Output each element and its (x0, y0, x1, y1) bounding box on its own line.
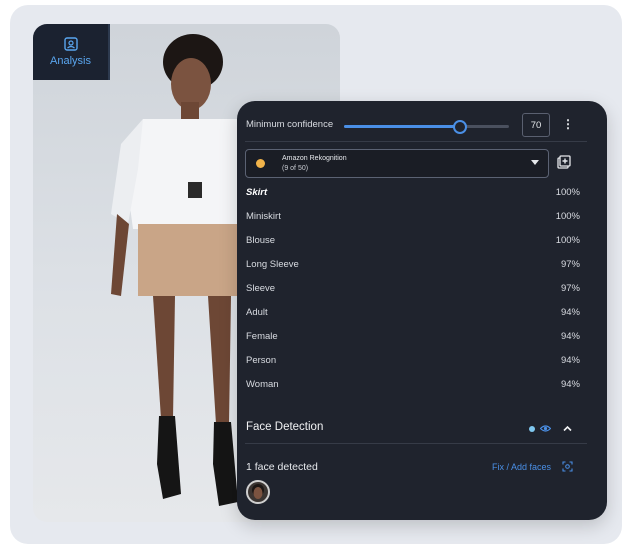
label-name: Blouse (246, 235, 276, 246)
label-name: Female (246, 331, 278, 342)
chevron-up-icon[interactable] (562, 423, 573, 434)
face-count: 1 face detected (246, 461, 318, 473)
confidence-input[interactable]: 70 (522, 113, 550, 137)
fix-add-faces-link[interactable]: Fix / Add faces (492, 462, 551, 472)
divider (245, 443, 587, 444)
status-dot (529, 426, 535, 432)
label-confidence: 97% (560, 259, 580, 270)
label-confidence: 94% (560, 379, 580, 390)
list-item[interactable]: Skirt 100% (237, 181, 607, 205)
list-item[interactable]: Woman 94% (237, 373, 607, 397)
list-item[interactable]: Sleeve 97% (237, 277, 607, 301)
face-detection-header[interactable]: Face Detection (237, 416, 607, 442)
provider-count: (9 of 50) (282, 165, 309, 172)
list-item[interactable]: Female 94% (237, 325, 607, 349)
label-confidence: 94% (560, 307, 580, 318)
divider (245, 141, 587, 142)
label-confidence: 100% (555, 211, 580, 222)
analysis-panel: Minimum confidence 70 ⋮ Amazon Rekogniti… (237, 101, 607, 520)
provider-name: Amazon Rekognition (282, 155, 347, 162)
list-item[interactable]: Long Sleeve 97% (237, 253, 607, 277)
face-thumbnail[interactable] (246, 480, 270, 504)
label-name: Woman (246, 379, 279, 390)
list-item[interactable]: Blouse 100% (237, 229, 607, 253)
provider-select[interactable]: Amazon Rekognition (9 of 50) (245, 149, 549, 178)
face-detection-title: Face Detection (246, 421, 324, 433)
confidence-label: Minimum confidence (246, 119, 334, 130)
face-avatar (252, 484, 264, 499)
eye-icon[interactable] (540, 423, 551, 434)
confidence-slider[interactable] (344, 120, 509, 134)
chevron-down-icon (531, 160, 539, 165)
slider-fill (344, 125, 460, 128)
slider-thumb[interactable] (452, 120, 467, 134)
add-provider-icon[interactable] (557, 155, 571, 169)
list-item[interactable]: Miniskirt 100% (237, 205, 607, 229)
label-name: Skirt (246, 187, 268, 198)
label-name: Person (246, 355, 277, 366)
analysis-icon (63, 37, 78, 51)
more-options-icon[interactable]: ⋮ (562, 117, 574, 131)
provider-status-dot (256, 159, 265, 168)
label-confidence: 94% (560, 355, 580, 366)
analysis-label: Analysis (50, 55, 91, 67)
list-item[interactable]: Person 94% (237, 349, 607, 373)
label-confidence: 94% (560, 331, 580, 342)
label-name: Sleeve (246, 283, 276, 294)
label-confidence: 100% (555, 187, 580, 198)
label-confidence: 100% (555, 235, 580, 246)
list-item[interactable]: Adult 94% (237, 301, 607, 325)
analysis-button[interactable]: Analysis (33, 24, 110, 80)
confidence-row: Minimum confidence 70 ⋮ (237, 111, 607, 141)
label-name: Long Sleeve (246, 259, 299, 270)
label-name: Miniskirt (246, 211, 281, 222)
label-name: Adult (246, 307, 268, 318)
label-confidence: 97% (560, 283, 580, 294)
face-scan-icon[interactable] (562, 461, 573, 472)
